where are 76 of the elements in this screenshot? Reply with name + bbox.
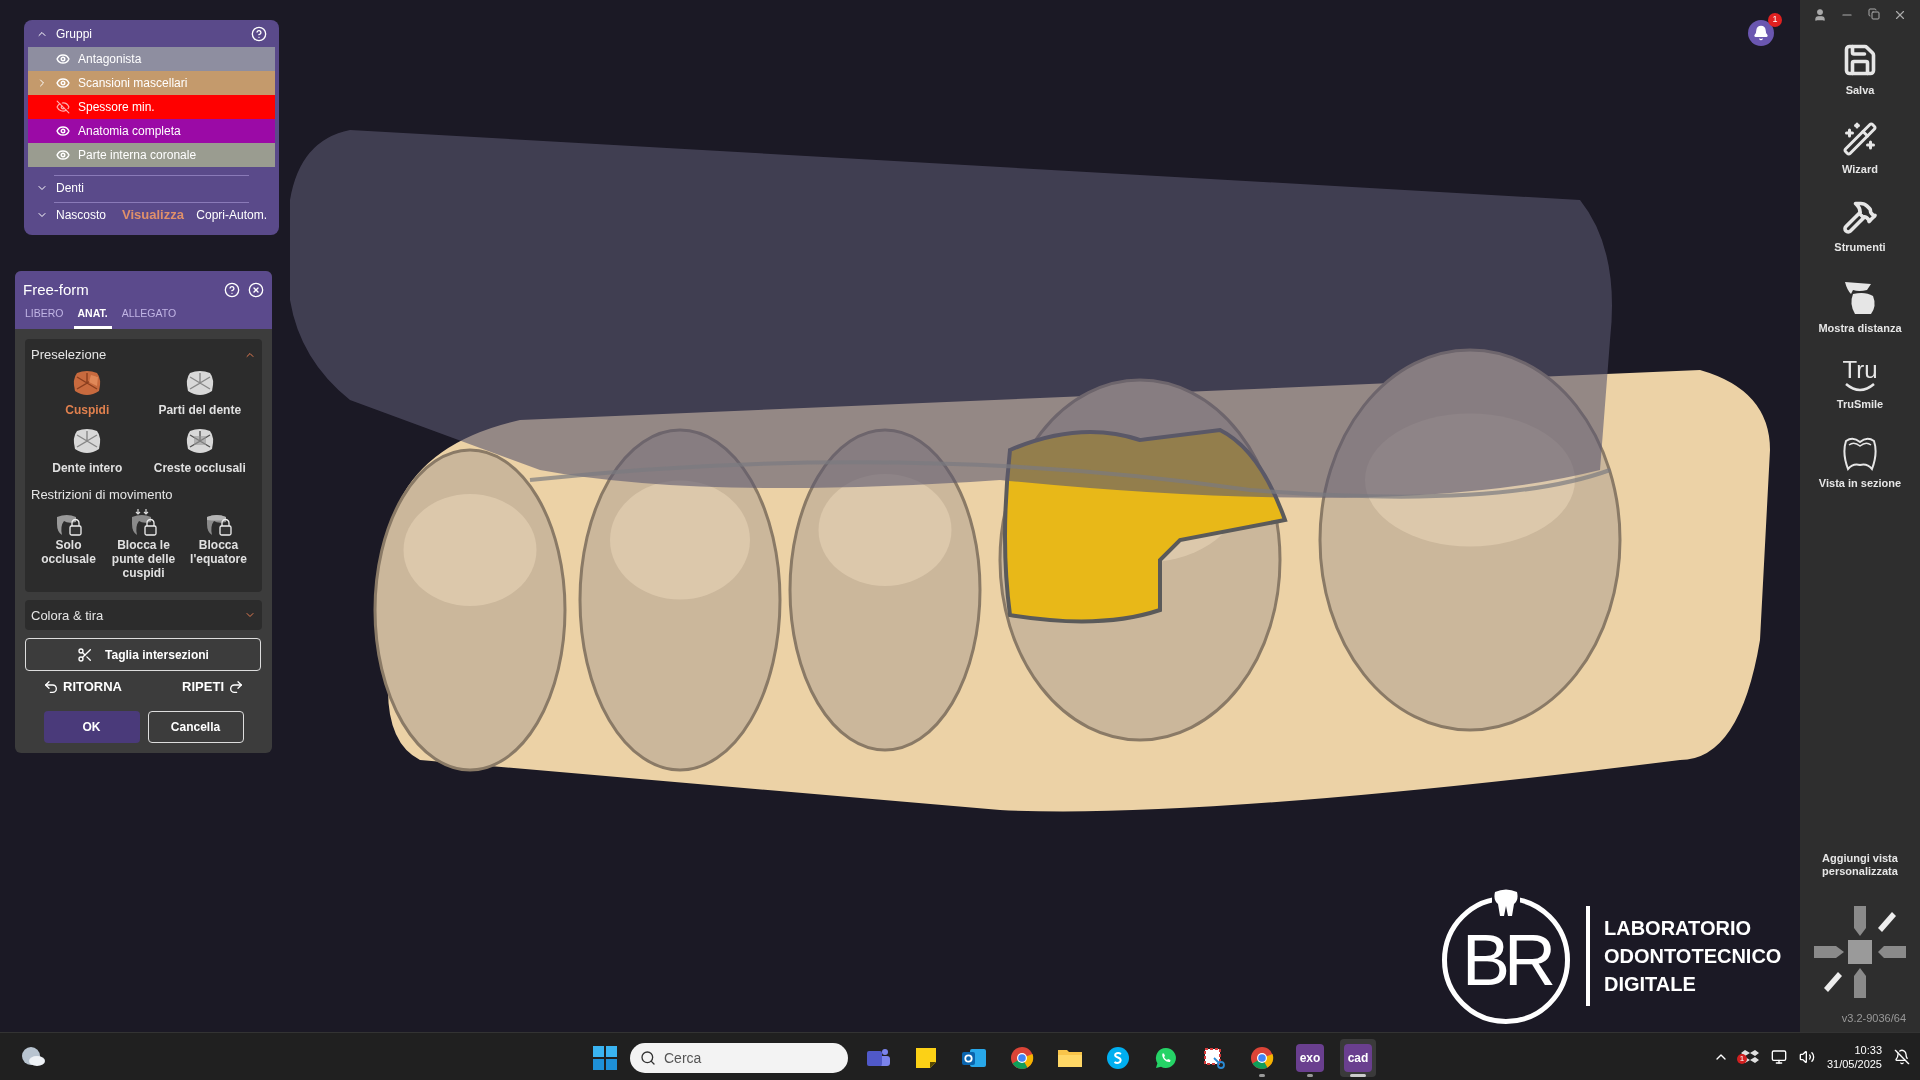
group-label: Scansioni mascellari — [78, 75, 188, 92]
color-pull-section[interactable]: Colora & tira — [25, 600, 262, 631]
weather-icon[interactable] — [20, 1044, 46, 1069]
tab[interactable]: LIBERO — [23, 305, 66, 330]
section-title: Colora & tira — [31, 606, 104, 625]
search-icon — [640, 1050, 656, 1066]
preset-option[interactable]: Cuspidi — [31, 368, 144, 419]
sticky-note-icon[interactable] — [914, 1046, 938, 1070]
group-label: Antagonista — [78, 51, 142, 68]
search-field[interactable]: Cerca — [630, 1043, 848, 1073]
notification-badge: 1 — [1768, 13, 1782, 27]
user-icon[interactable] — [1812, 8, 1827, 22]
cut-intersections-button[interactable]: Taglia intersezioni — [25, 638, 261, 672]
eye-icon[interactable] — [56, 124, 70, 138]
sidebar-tool-button[interactable]: Strumenti — [1802, 199, 1918, 256]
logo-text: DIGITALE — [1604, 972, 1697, 997]
tab[interactable]: ANAT. — [73, 305, 112, 330]
redo-icon — [228, 679, 244, 695]
tray-badge: 1 — [1736, 1053, 1747, 1064]
section-label: Denti — [56, 180, 84, 197]
tab[interactable]: ALLEGATO — [119, 305, 179, 330]
folder-icon[interactable] — [1057, 1047, 1083, 1069]
scissors-icon — [77, 646, 94, 663]
browser-icon[interactable] — [1010, 1046, 1034, 1070]
logo-text: LABORATORIO — [1604, 916, 1753, 941]
save-icon — [1842, 42, 1878, 78]
group-label: Parte interna coronale — [78, 147, 197, 164]
redo-button[interactable]: RIPETI — [182, 677, 244, 697]
bell-icon — [1753, 25, 1769, 41]
panel-title: Free-form — [23, 280, 89, 300]
ok-button[interactable]: OK — [43, 710, 140, 743]
section-title: Restrizioni di movimento — [31, 485, 174, 504]
start-icon[interactable] — [592, 1045, 618, 1071]
network-icon[interactable] — [1770, 1048, 1787, 1065]
help-icon[interactable] — [251, 25, 267, 42]
sidebar-tool-button[interactable]: Wizard — [1802, 120, 1918, 177]
logo-monogram: BR — [1462, 924, 1550, 996]
sidebar-tool-button[interactable]: Vista in sezione — [1802, 434, 1918, 491]
snipping-tool-icon[interactable] — [1202, 1046, 1226, 1070]
clock[interactable]: 10:33 31/05/2025 — [1826, 1042, 1882, 1071]
sidebar-tool-button[interactable]: Mostra distanza — [1802, 277, 1918, 336]
sidebar-tool-button[interactable]: Salva — [1802, 42, 1918, 99]
hammer-icon — [1842, 199, 1878, 235]
browser-icon[interactable] — [1250, 1046, 1274, 1070]
notifications-icon[interactable] — [1894, 1048, 1910, 1065]
preset-option[interactable]: Parti del dente — [143, 368, 256, 419]
group-label: Spessore min. — [78, 99, 155, 116]
magic-wand-icon — [1842, 120, 1878, 157]
eye-icon[interactable] — [56, 52, 70, 66]
sidebar-tool-button[interactable]: Tru TruSmile — [1802, 358, 1918, 413]
phone-chat-icon[interactable] — [1154, 1046, 1178, 1070]
add-custom-view-button[interactable]: Aggiungi vista personalizzata — [1812, 851, 1908, 878]
group-row[interactable]: Spessore min. — [28, 95, 275, 119]
restriction-option[interactable]: Blocca l'equatore — [181, 508, 256, 581]
cancel-button[interactable]: Cancella — [147, 710, 244, 743]
chat-app-icon[interactable] — [1106, 1046, 1130, 1070]
group-row[interactable]: Anatomia completa — [28, 119, 275, 143]
preset-option[interactable]: Dente intero — [31, 426, 144, 477]
section-label: Nascosto — [56, 207, 107, 224]
restriction-option[interactable]: Blocca le punte delle cuspidi — [106, 508, 181, 581]
undo-button[interactable]: RITORNA — [43, 677, 122, 697]
notification-button[interactable] — [1748, 20, 1774, 46]
restriction-option[interactable]: Solo occlusale — [31, 508, 106, 581]
group-label: Anatomia completa — [78, 123, 181, 140]
section-title: Preselezione — [31, 346, 107, 365]
volume-icon[interactable] — [1798, 1048, 1815, 1065]
mail-app-icon[interactable] — [961, 1046, 987, 1070]
auto-hide-button[interactable]: Copri-Autom. — [196, 206, 267, 224]
version-text: v3.2-9036/64 — [1841, 1010, 1906, 1026]
close-icon[interactable] — [248, 282, 264, 299]
restore-icon[interactable] — [1867, 8, 1880, 20]
groups-title: Gruppi — [56, 25, 93, 43]
logo-text: ODONTOTECNICO — [1604, 944, 1782, 969]
preset-option[interactable]: Creste occlusali — [143, 426, 256, 477]
undo-icon — [43, 679, 59, 695]
help-icon[interactable] — [224, 282, 240, 299]
